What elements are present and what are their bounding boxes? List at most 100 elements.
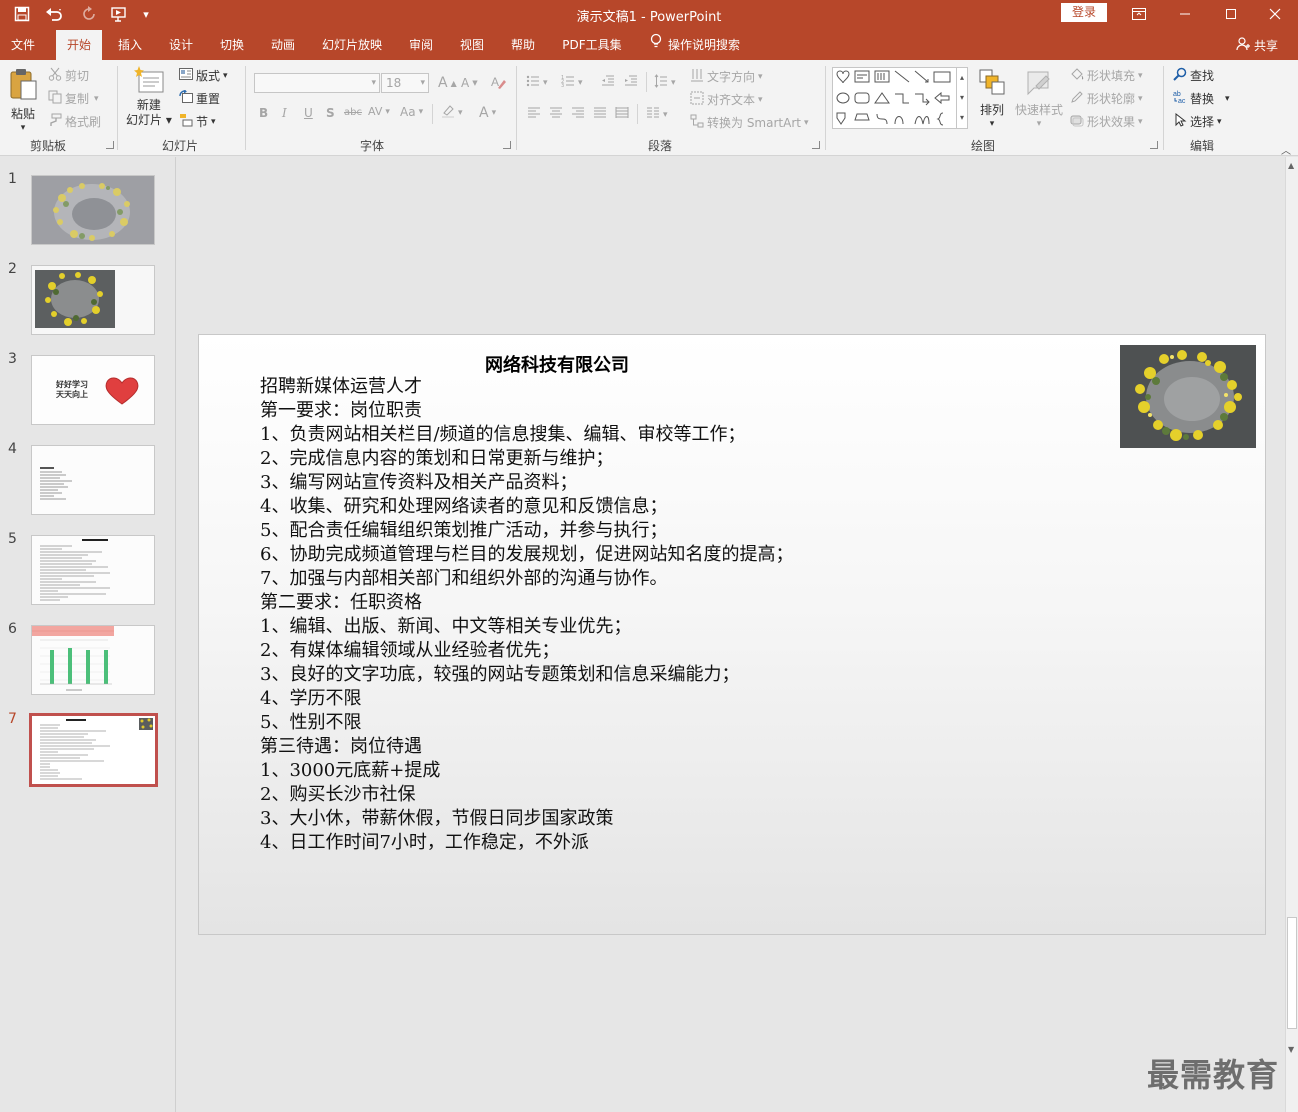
body-line: 2、完成信息内容的策划和日常更新与维护； [260,448,614,469]
quick-styles-button[interactable]: 快速样式 ▾ [1015,68,1063,129]
format-painter-button[interactable]: 格式刷 [48,113,101,130]
chevron-down-icon: ▾ [1138,116,1143,127]
shape-fill-button[interactable]: 形状填充 ▾ [1070,67,1143,84]
minimize-icon[interactable] [1162,0,1208,28]
tab-design[interactable]: 设计 [158,30,204,60]
shrink-font-button[interactable]: A ▼ [461,76,478,90]
slide-thumbnail-5[interactable] [31,535,155,605]
shape-outline-button[interactable]: 形状轮廓 ▾ [1070,90,1143,107]
tab-animations[interactable]: 动画 [260,30,306,60]
convert-smartart-button[interactable]: 转换为 SmartArt ▾ [690,114,809,131]
slide-title[interactable]: 网络科技有限公司 [199,351,915,377]
customize-icon[interactable]: ▾ [138,4,154,24]
share-button[interactable]: 共享 [1236,37,1278,54]
from-beginning-icon[interactable] [106,4,132,24]
reset-button[interactable]: 重置 [179,90,220,107]
login-button[interactable]: 登录 [1061,3,1107,22]
dialog-launcher-icon[interactable] [1150,141,1158,149]
numbering-button[interactable]: 123 ▾ [561,74,583,91]
slide-thumbnail-7[interactable] [29,713,158,787]
dialog-launcher-icon[interactable] [812,141,820,149]
close-icon[interactable] [1252,0,1298,28]
justify-icon[interactable] [593,106,607,120]
tab-file[interactable]: 文件 [0,30,46,60]
slide-thumbnail-3[interactable]: 好好学习 天天向上 [31,355,155,425]
new-slide-icon [133,66,165,98]
chevron-down-icon: ▾ [1036,119,1042,129]
slide-thumbnail-1[interactable] [31,175,155,245]
tell-me-search[interactable]: 操作说明搜索 [640,30,760,60]
save-icon[interactable] [10,4,34,24]
text-lines-preview [40,718,153,780]
align-right-icon[interactable] [571,106,585,120]
chevron-down-icon: ▾ [420,78,425,88]
columns-button[interactable]: ▾ [646,106,668,123]
bullets-button[interactable]: ▾ [526,74,548,91]
text-direction-button[interactable]: 文字方向 ▾ [690,68,763,85]
font-size-combo[interactable]: 18 ▾ [381,73,429,93]
redo-icon[interactable] [78,4,100,24]
highlighter-icon [441,104,455,121]
underline-button[interactable]: U [304,106,313,120]
copy-button[interactable]: 复制 ▾ [48,90,99,107]
distributed-icon[interactable] [615,106,629,120]
tab-review[interactable]: 审阅 [398,30,444,60]
shape-effects-button[interactable]: 形状效果 ▾ [1070,113,1143,130]
shapes-gallery[interactable]: ▴ ▾ ▾ [832,67,968,129]
slide-body-text[interactable]: 招聘新媒体运营人才 第一要求：岗位职责 1、负责网站相关栏目/频道的信息搜集、编… [260,375,1020,855]
dialog-launcher-icon[interactable] [106,141,114,149]
scroll-up-icon[interactable]: ▲ [1288,161,1294,170]
font-group-label: 字体 [359,139,384,153]
watermark-text: 最需教育 [1147,1056,1280,1094]
line-spacing-button[interactable]: ▾ [654,74,676,91]
align-left-icon[interactable] [527,106,541,120]
current-slide[interactable]: 网络科技有限公司 招聘新媒体运营人才 第一要求：岗位职责 1、负责网站相关栏目/… [198,334,1266,935]
decrease-indent-icon[interactable] [601,74,615,88]
collapse-ribbon-icon[interactable]: ︿ [1281,142,1291,157]
strikethrough-button[interactable]: abc [344,107,362,118]
grow-font-button[interactable]: A ▲ [438,75,457,91]
ribbon-display-icon[interactable] [1116,0,1162,28]
slide-thumbnail-6[interactable] [31,625,155,695]
arrange-button[interactable]: 排列 ▾ [978,68,1006,129]
flower-wreath-photo[interactable] [1120,345,1256,448]
tab-help[interactable]: 帮助 [500,30,546,60]
tab-insert[interactable]: 插入 [107,30,153,60]
replace-button[interactable]: ab ac 替换 ▾ [1173,90,1230,107]
scrollbar-thumb[interactable] [1287,917,1297,1029]
tab-slideshow[interactable]: 幻灯片放映 [312,30,392,60]
char-spacing-button[interactable]: AV ▾ [368,105,390,118]
undo-icon[interactable] [40,4,68,24]
align-text-button[interactable]: 对齐文本 ▾ [690,91,763,108]
italic-button[interactable]: I [282,106,287,120]
font-name-combo[interactable]: ▾ [254,73,380,93]
maximize-icon[interactable] [1208,0,1254,28]
bold-button[interactable]: B [259,106,268,120]
find-button[interactable]: 查找 [1173,67,1214,84]
slide-thumbnail-2[interactable] [31,265,155,335]
gallery-scroll-icon[interactable]: ▴ ▾ ▾ [956,68,967,128]
highlight-color-button[interactable]: ▾ [441,104,463,121]
tab-home[interactable]: 开始 [56,30,102,60]
dialog-launcher-icon[interactable] [503,141,511,149]
increase-indent-icon[interactable] [624,74,638,88]
layout-button[interactable]: 版式 ▾ [179,67,228,84]
chevron-down-icon: ▾ [803,117,809,128]
section-button[interactable]: 节 ▾ [179,113,216,130]
slide-thumbnail-4[interactable] [31,445,155,515]
align-center-icon[interactable] [549,106,563,120]
text-direction-icon [690,68,704,85]
cut-button[interactable]: 剪切 [48,67,89,84]
tab-pdf-tools[interactable]: PDF工具集 [552,30,632,60]
tab-view[interactable]: 视图 [449,30,495,60]
tab-transitions[interactable]: 切换 [209,30,255,60]
font-color-button[interactable]: A ▾ [479,105,496,121]
change-case-button[interactable]: Aa ▾ [400,105,423,119]
scroll-down-icon[interactable]: ▼ [1288,1045,1294,1054]
paste-button[interactable]: 粘贴 ▾ [8,68,38,133]
shadow-button[interactable]: S [326,106,335,120]
select-button[interactable]: 选择 ▾ [1173,113,1222,130]
clear-formatting-icon[interactable]: A [490,74,506,90]
new-slide-button[interactable]: 新建 幻灯片 ▾ [126,66,172,128]
vertical-scrollbar[interactable]: ▲ ▼ [1285,157,1298,1112]
